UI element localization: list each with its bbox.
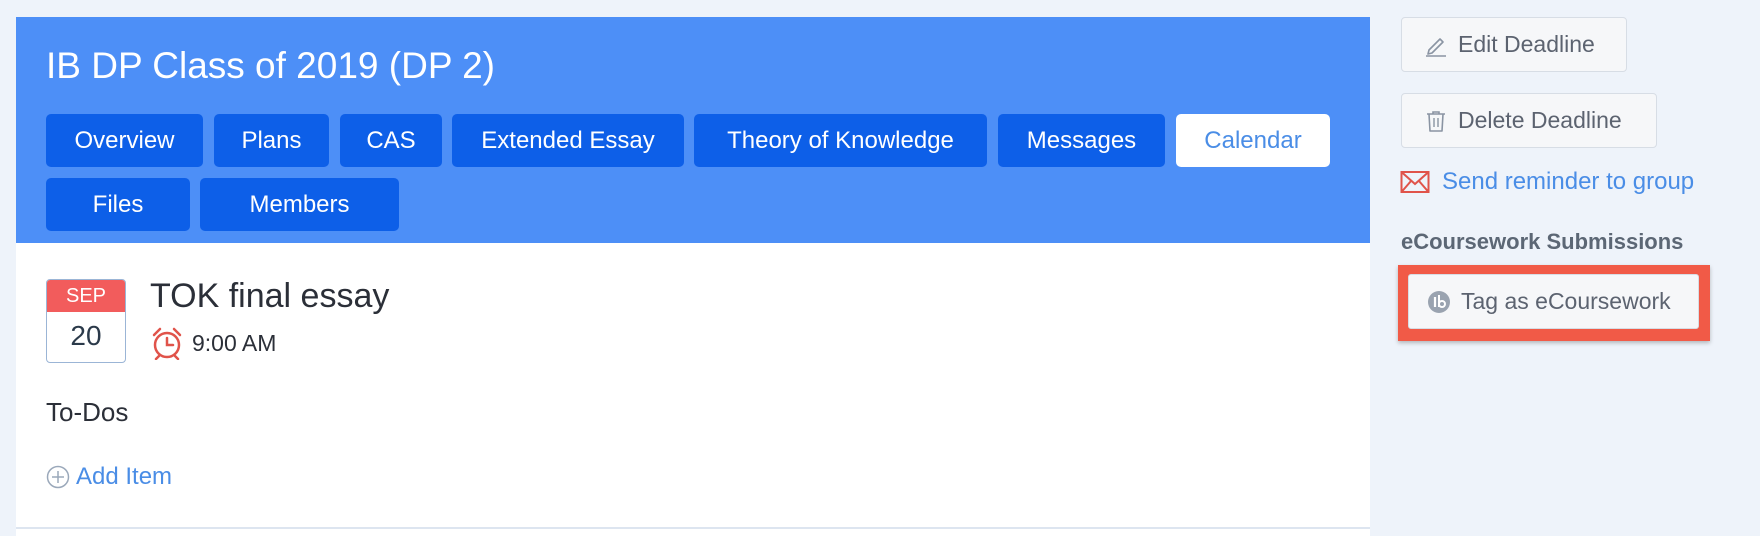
- tag-ecoursework-button[interactable]: Tag as eCoursework: [1408, 274, 1699, 329]
- highlight-box: Tag as eCoursework: [1398, 265, 1710, 341]
- ib-logo-icon: [1427, 290, 1451, 314]
- tab-messages[interactable]: Messages: [998, 114, 1165, 167]
- ecoursework-heading: eCoursework Submissions: [1401, 229, 1684, 254]
- page-title: IB DP Class of 2019 (DP 2): [46, 45, 496, 86]
- main-card: IB DP Class of 2019 (DP 2) Overview Plan…: [16, 17, 1370, 536]
- tab-plans[interactable]: Plans: [214, 114, 329, 167]
- send-reminder-label: Send reminder to group: [1442, 168, 1695, 195]
- tag-ecoursework-label: Tag as eCoursework: [1461, 288, 1671, 314]
- tab-cas[interactable]: CAS: [340, 114, 442, 167]
- pencil-icon: [1424, 33, 1448, 57]
- event-time-label: 9:00 AM: [192, 329, 277, 356]
- add-item-link[interactable]: Add Item: [46, 463, 172, 491]
- tab-files[interactable]: Files: [46, 178, 190, 231]
- date-badge: SEP 20: [46, 279, 126, 363]
- group-header: IB DP Class of 2019 (DP 2) Overview Plan…: [16, 17, 1370, 243]
- edit-deadline-button[interactable]: Edit Deadline: [1401, 17, 1627, 72]
- tab-theory-of-knowledge[interactable]: Theory of Knowledge: [694, 114, 987, 167]
- alarm-clock-icon: [150, 326, 184, 360]
- tab-overview[interactable]: Overview: [46, 114, 203, 167]
- todos-heading: To-Dos: [46, 397, 129, 427]
- delete-deadline-button[interactable]: Delete Deadline: [1401, 93, 1657, 148]
- plus-circle-icon: [46, 465, 70, 489]
- event-time: 9:00 AM: [150, 326, 276, 360]
- trash-icon: [1424, 109, 1448, 133]
- tab-calendar[interactable]: Calendar: [1176, 114, 1330, 167]
- add-item-label: Add Item: [76, 463, 173, 490]
- date-month: SEP: [47, 280, 125, 312]
- divider: [16, 527, 1370, 529]
- send-reminder-link[interactable]: Send reminder to group: [1400, 168, 1694, 196]
- event-title: TOK final essay: [150, 277, 390, 315]
- delete-deadline-label: Delete Deadline: [1458, 107, 1622, 133]
- edit-deadline-label: Edit Deadline: [1458, 31, 1595, 57]
- envelope-icon: [1400, 170, 1430, 194]
- tab-extended-essay[interactable]: Extended Essay: [452, 114, 684, 167]
- tab-members[interactable]: Members: [200, 178, 399, 231]
- date-day: 20: [70, 320, 102, 351]
